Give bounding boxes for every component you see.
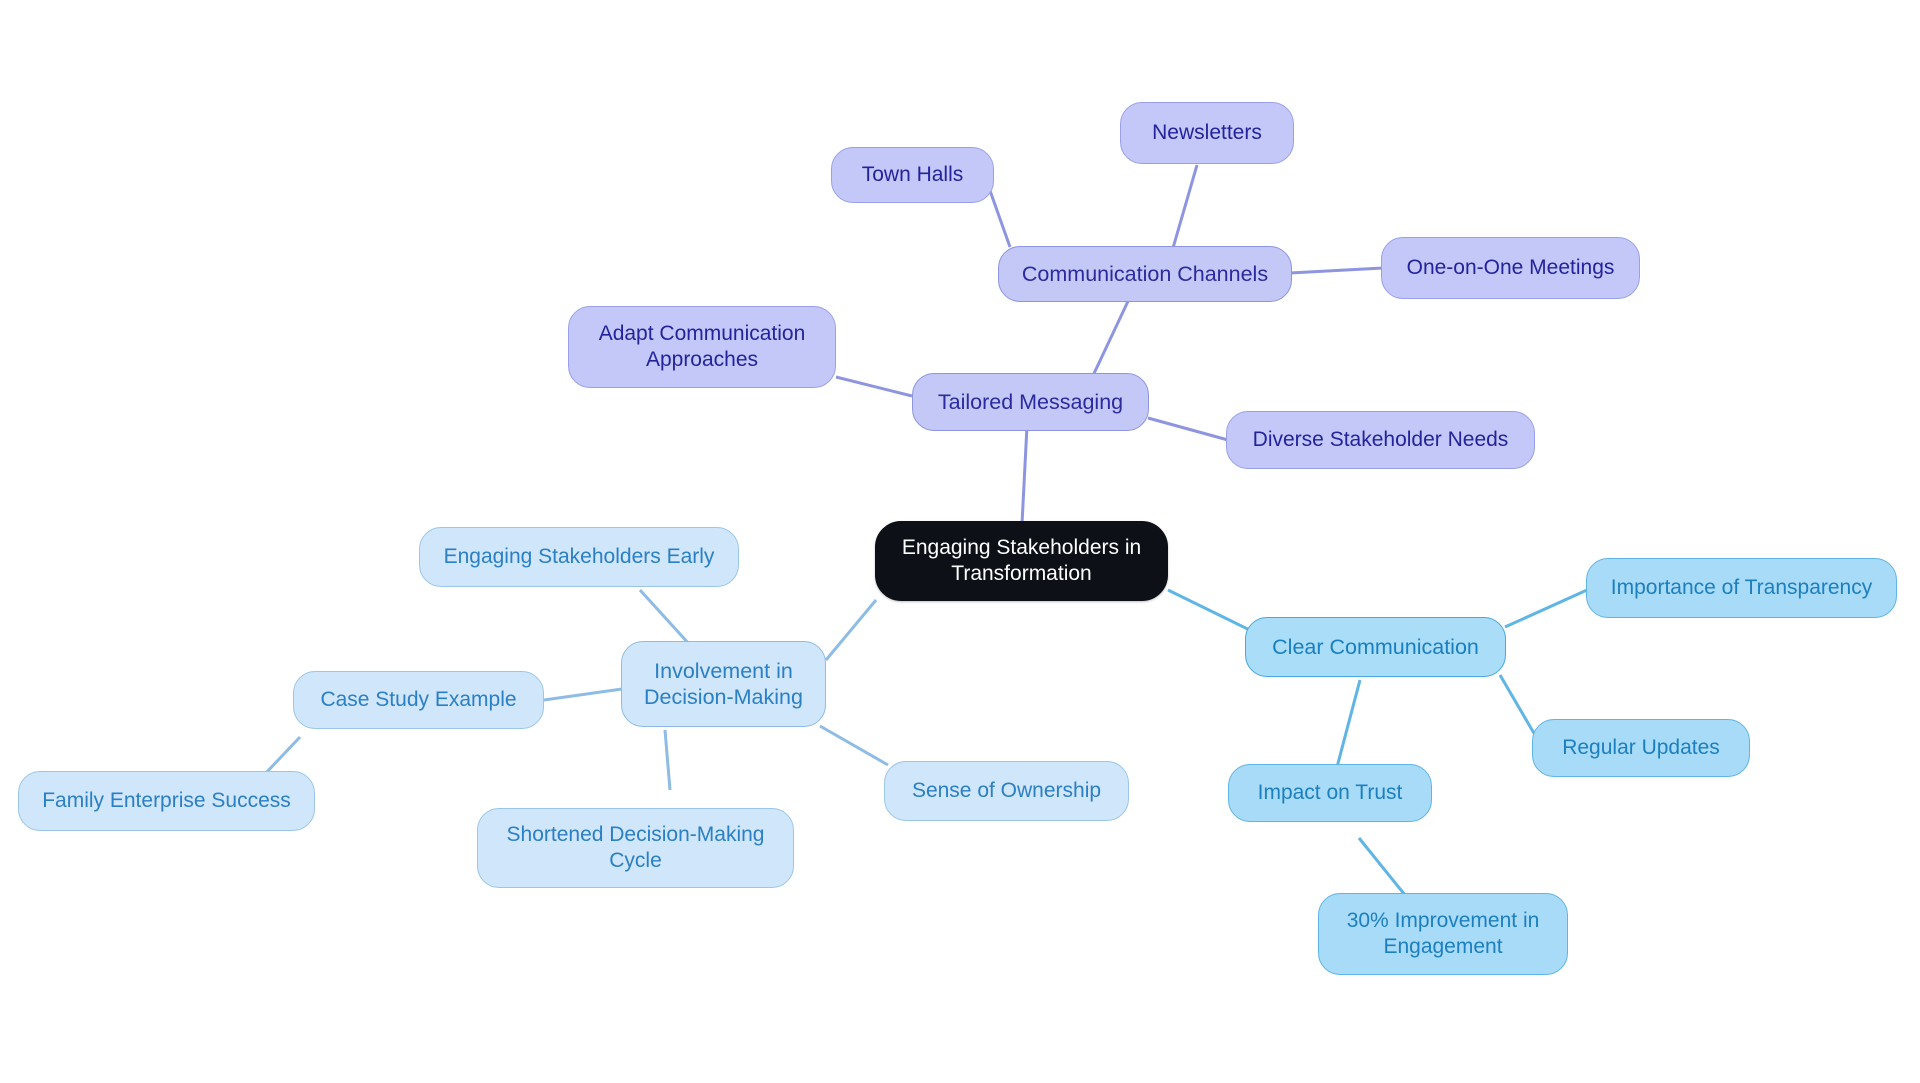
edge-tailored-messaging-communication-channels	[1088, 296, 1132, 383]
edge-involvement-shortened-decision-cycle	[663, 729, 672, 791]
mindmap-canvas: Engaging Stakeholders in Transformation …	[0, 0, 1920, 1083]
node-shortened-decision-making-cycle[interactable]: Shortened Decision-Making Cycle	[477, 808, 794, 888]
edge-tailored-messaging-adapt-communication	[835, 375, 913, 398]
edge-communication-channels-newsletters	[1171, 164, 1199, 249]
edge-impact-on-trust-improvement-engagement	[1357, 837, 1407, 896]
node-town-halls[interactable]: Town Halls	[831, 147, 994, 203]
node-family-enterprise-success[interactable]: Family Enterprise Success	[18, 771, 315, 831]
node-impact-on-trust[interactable]: Impact on Trust	[1228, 764, 1432, 822]
edge-communication-channels-one-on-one-meetings	[1289, 266, 1384, 275]
node-tailored-messaging[interactable]: Tailored Messaging	[912, 373, 1149, 431]
node-regular-updates[interactable]: Regular Updates	[1532, 719, 1750, 777]
node-root[interactable]: Engaging Stakeholders in Transformation	[875, 521, 1168, 601]
node-one-on-one-meetings[interactable]: One-on-One Meetings	[1381, 237, 1640, 299]
edge-root-involvement-decision-making	[824, 599, 878, 661]
node-adapt-communication-approaches[interactable]: Adapt Communication Approaches	[568, 306, 836, 388]
edge-involvement-engaging-stakeholders-early	[638, 588, 692, 647]
edge-clear-communication-impact-on-trust	[1335, 679, 1362, 768]
node-diverse-stakeholder-needs[interactable]: Diverse Stakeholder Needs	[1226, 411, 1535, 469]
edge-clear-communication-regular-updates	[1498, 674, 1537, 736]
node-communication-channels[interactable]: Communication Channels	[998, 246, 1292, 302]
edge-involvement-case-study-example	[543, 687, 623, 702]
edge-tailored-messaging-diverse-stakeholder-needs	[1147, 416, 1229, 442]
edge-communication-channels-town-halls	[986, 184, 1012, 248]
node-case-study-example[interactable]: Case Study Example	[293, 671, 544, 729]
node-30-percent-improvement-in-engagement[interactable]: 30% Improvement in Engagement	[1318, 893, 1568, 975]
node-newsletters[interactable]: Newsletters	[1120, 102, 1294, 164]
node-sense-of-ownership[interactable]: Sense of Ownership	[884, 761, 1129, 821]
edge-clear-communication-importance-of-transparency	[1504, 588, 1588, 629]
node-clear-communication[interactable]: Clear Communication	[1245, 617, 1506, 677]
edge-involvement-sense-of-ownership	[819, 724, 889, 767]
node-engaging-stakeholders-early[interactable]: Engaging Stakeholders Early	[419, 527, 739, 587]
node-importance-of-transparency[interactable]: Importance of Transparency	[1586, 558, 1897, 618]
node-involvement-in-decision-making[interactable]: Involvement in Decision-Making	[621, 641, 826, 727]
